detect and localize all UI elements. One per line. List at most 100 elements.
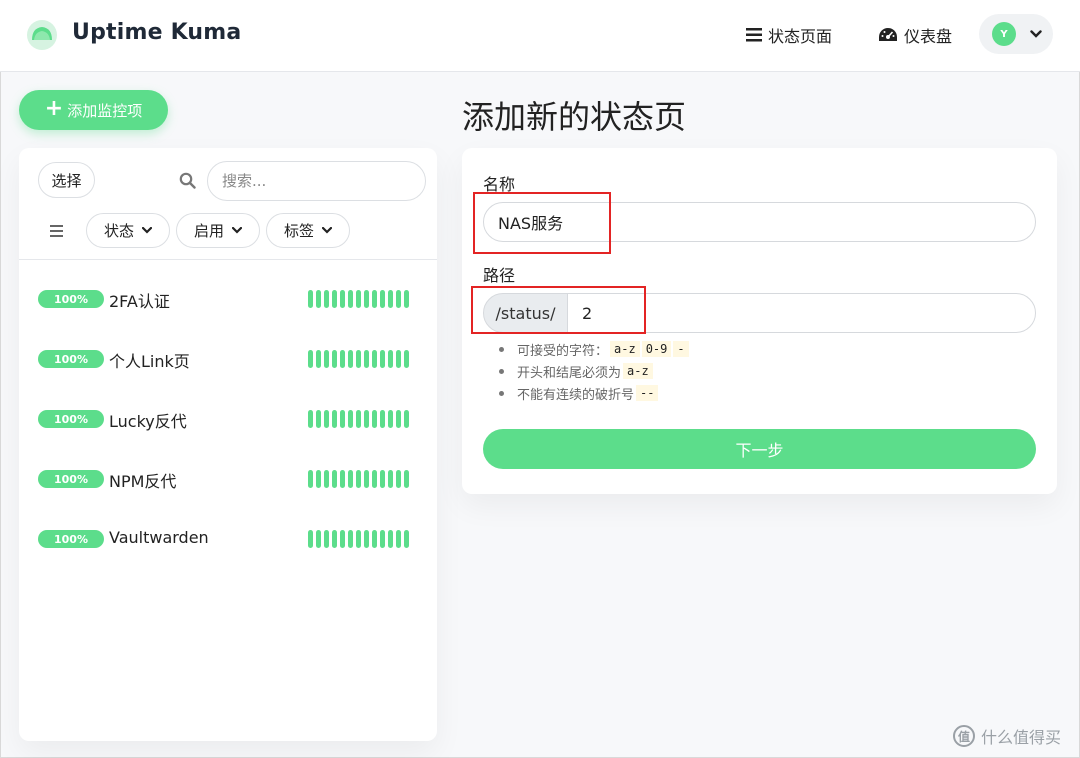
heartbeat-beat (372, 410, 377, 428)
tachometer-icon (879, 28, 897, 41)
heartbeat-beat (364, 290, 369, 308)
filter-menu-icon[interactable] (50, 225, 63, 237)
heartbeat-beat (372, 290, 377, 308)
monitor-item[interactable]: 100% 个人Link页 (19, 338, 437, 378)
heartbeat-beat (308, 350, 313, 368)
heartbeat-beat (332, 530, 337, 548)
watermark: 值 什么值得买 (953, 724, 1061, 748)
plus-icon: + (44, 96, 64, 121)
monitor-name: 个人Link页 (109, 352, 190, 371)
heartbeat-beat (356, 290, 361, 308)
heartbeat-beat (348, 410, 353, 428)
avatar: Y (992, 22, 1016, 46)
heartbeat-bar (308, 470, 409, 488)
heartbeat-beat (404, 290, 409, 308)
chevron-down-icon (232, 227, 242, 234)
monitor-name: Vaultwarden (109, 528, 209, 547)
heartbeat-beat (340, 470, 345, 488)
heartbeat-beat (396, 350, 401, 368)
active-filter-dropdown[interactable]: 启用 (176, 213, 260, 248)
list-icon (746, 28, 762, 42)
dashboard-link[interactable]: 仪表盘 (878, 22, 952, 48)
heartbeat-beat (316, 470, 321, 488)
heartbeat-beat (340, 410, 345, 428)
heartbeat-beat (348, 530, 353, 548)
heartbeat-beat (404, 410, 409, 428)
monitor-item[interactable]: 100% NPM反代 (19, 458, 437, 498)
rule-item: 开头和结尾必须为 a-z (499, 360, 689, 382)
heartbeat-beat (388, 350, 393, 368)
heartbeat-beat (364, 470, 369, 488)
heartbeat-beat (332, 350, 337, 368)
heartbeat-beat (356, 410, 361, 428)
heartbeat-beat (324, 290, 329, 308)
add-monitor-button[interactable]: + 添加监控项 (19, 90, 168, 130)
page-title: 添加新的状态页 (462, 98, 687, 136)
heartbeat-beat (356, 530, 361, 548)
uptime-badge: 100% (38, 410, 104, 428)
rule-text: 不能有连续的破折号 (517, 387, 635, 403)
heartbeat-beat (404, 350, 409, 368)
monitor-item[interactable]: 100% Lucky反代 (19, 398, 437, 438)
tags-filter-dropdown[interactable]: 标签 (266, 213, 350, 248)
uptime-badge: 100% (38, 530, 104, 548)
name-annotation-box (473, 192, 611, 254)
heartbeat-bar (308, 410, 409, 428)
heartbeat-beat (364, 350, 369, 368)
heartbeat-beat (388, 470, 393, 488)
heartbeat-beat (372, 350, 377, 368)
status-filter-dropdown[interactable]: 状态 (86, 213, 170, 248)
heartbeat-beat (308, 470, 313, 488)
uptime-kuma-logo-icon[interactable] (26, 19, 58, 51)
search-input[interactable] (207, 161, 426, 201)
brand-name[interactable]: Uptime Kuma (72, 20, 241, 45)
heartbeat-beat (396, 530, 401, 548)
heartbeat-beat (340, 350, 345, 368)
rule-item: 可接受的字符： a-z 0-9 - (499, 338, 689, 360)
heartbeat-bar (308, 350, 409, 368)
next-button[interactable]: 下一步 (483, 429, 1036, 469)
rule-text: 开头和结尾必须为 (517, 365, 622, 381)
heartbeat-beat (396, 290, 401, 308)
rule-text: 可接受的字符： (517, 343, 609, 359)
search-icon (179, 172, 196, 189)
monitor-name: 2FA认证 (109, 292, 170, 311)
heartbeat-beat (388, 290, 393, 308)
monitor-name: NPM反代 (109, 472, 177, 491)
monitor-item[interactable]: 100% 2FA认证 (19, 278, 437, 318)
watermark-text: 什么值得买 (981, 728, 1062, 747)
status-page-link[interactable]: 状态页面 (746, 22, 832, 48)
divider (19, 259, 437, 260)
rule-code: - (673, 341, 689, 357)
rule-code: 0-9 (641, 341, 672, 357)
watermark-logo-icon: 值 (953, 725, 975, 747)
heartbeat-beat (396, 470, 401, 488)
heartbeat-beat (324, 350, 329, 368)
heartbeat-beat (316, 530, 321, 548)
heartbeat-beat (404, 530, 409, 548)
heartbeat-beat (308, 530, 313, 548)
select-button[interactable]: 选择 (38, 162, 95, 198)
bullet-icon (499, 368, 504, 374)
profile-dropdown[interactable]: Y (979, 14, 1053, 54)
heartbeat-beat (388, 530, 393, 548)
monitor-name: Lucky反代 (109, 412, 187, 431)
monitor-item[interactable]: 100% Vaultwarden (19, 518, 437, 558)
heartbeat-beat (316, 410, 321, 428)
active-filter-label: 启用 (193, 222, 224, 240)
heartbeat-beat (380, 350, 385, 368)
heartbeat-beat (348, 290, 353, 308)
heartbeat-beat (332, 410, 337, 428)
heartbeat-beat (372, 470, 377, 488)
heartbeat-beat (332, 470, 337, 488)
heartbeat-beat (380, 290, 385, 308)
uptime-badge: 100% (38, 470, 104, 488)
uptime-badge: 100% (38, 290, 104, 308)
heartbeat-beat (388, 410, 393, 428)
heartbeat-beat (404, 470, 409, 488)
dashboard-label: 仪表盘 (904, 27, 953, 46)
heartbeat-beat (356, 350, 361, 368)
heartbeat-beat (324, 410, 329, 428)
add-monitor-label: 添加监控项 (67, 101, 143, 120)
bullet-icon (499, 390, 504, 396)
